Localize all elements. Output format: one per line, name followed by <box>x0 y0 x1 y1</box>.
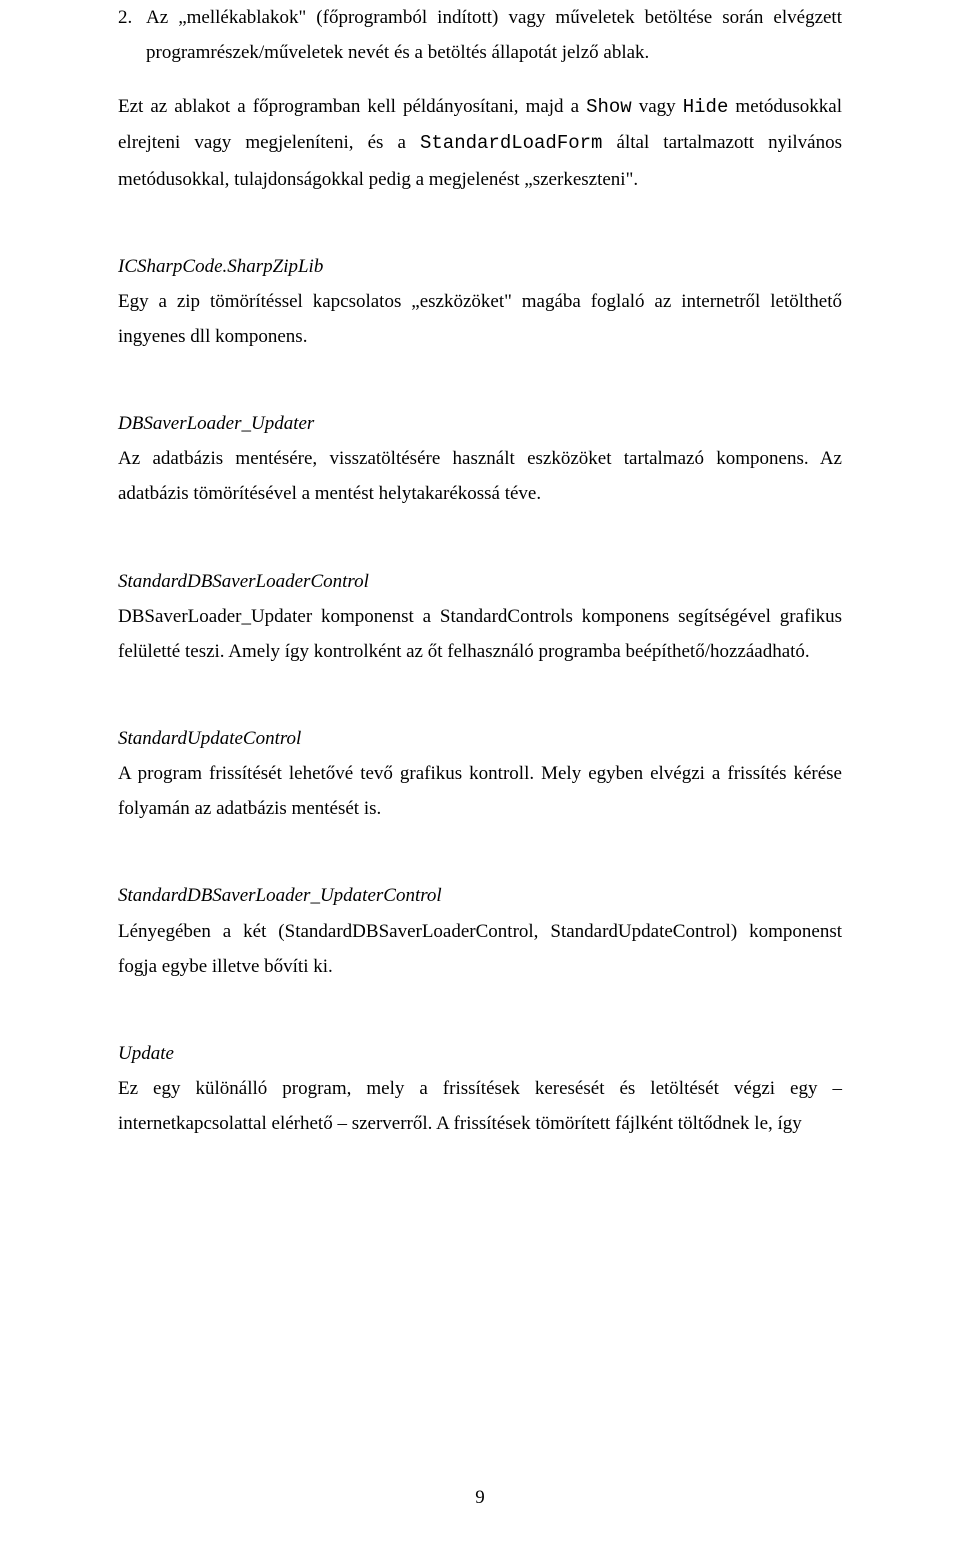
section-heading: StandardDBSaverLoaderControl <box>118 564 842 599</box>
section-standarddbsaverloader-updatercontrol: StandardDBSaverLoader_UpdaterControl Lén… <box>118 878 842 983</box>
section-body: A program frissítését lehetővé tevő graf… <box>118 756 842 826</box>
code-hide: Hide <box>683 96 729 118</box>
section-heading: StandardUpdateControl <box>118 721 842 756</box>
section-heading: DBSaverLoader_Updater <box>118 406 842 441</box>
section-standardupdatecontrol: StandardUpdateControl A program frissíté… <box>118 721 842 826</box>
section-body: Ez egy különálló program, mely a frissít… <box>118 1071 842 1141</box>
code-standardloadform: StandardLoadForm <box>420 132 602 154</box>
section-update: Update Ez egy különálló program, mely a … <box>118 1036 842 1141</box>
section-standarddbsaverloadercontrol: StandardDBSaverLoaderControl DBSaverLoad… <box>118 564 842 669</box>
section-body: Az adatbázis mentésére, visszatöltésére … <box>118 441 842 511</box>
section-icsharpcode: ICSharpCode.SharpZipLib Egy a zip tömörí… <box>118 249 842 354</box>
section-dbsaverloader-updater: DBSaverLoader_Updater Az adatbázis menté… <box>118 406 842 511</box>
section-heading: ICSharpCode.SharpZipLib <box>118 249 842 284</box>
section-heading: Update <box>118 1036 842 1071</box>
section-body: Egy a zip tömörítéssel kapcsolatos „eszk… <box>118 284 842 354</box>
intro-text-1: Ezt az ablakot a főprogramban kell példá… <box>118 96 586 117</box>
section-body: DBSaverLoader_Updater komponenst a Stand… <box>118 599 842 669</box>
code-show: Show <box>586 96 632 118</box>
intro-text-2: vagy <box>632 96 683 117</box>
intro-paragraph: Ezt az ablakot a főprogramban kell példá… <box>118 89 842 196</box>
list-item-text: Az „mellékablakok" (főprogramból indítot… <box>146 0 842 70</box>
ordered-list-item-2: 2. Az „mellékablakok" (főprogramból indí… <box>118 0 842 70</box>
list-marker: 2. <box>118 0 146 70</box>
document-page: 2. Az „mellékablakok" (főprogramból indí… <box>0 0 960 1545</box>
page-number: 9 <box>0 1480 960 1515</box>
section-heading: StandardDBSaverLoader_UpdaterControl <box>118 878 842 913</box>
section-body: Lényegében a két (StandardDBSaverLoaderC… <box>118 914 842 984</box>
